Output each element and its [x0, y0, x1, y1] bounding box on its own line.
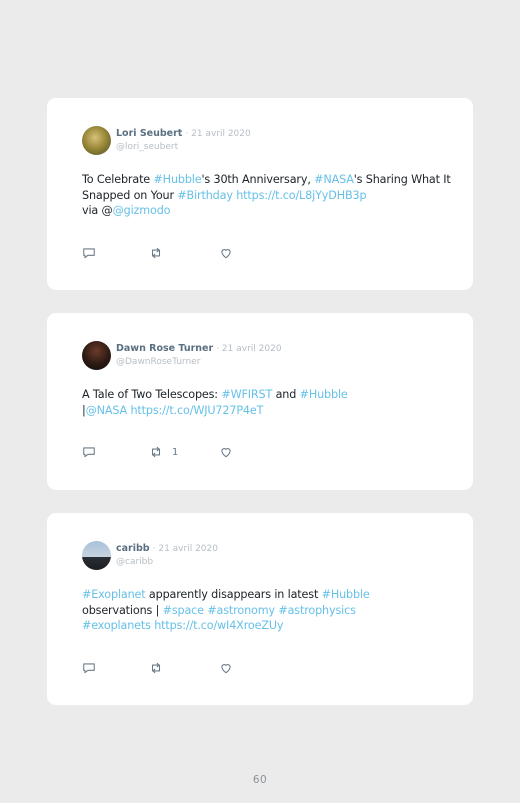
author-name[interactable]: caribb — [116, 543, 150, 554]
text-segment: A Tale of Two Telescopes: — [82, 388, 222, 401]
retweet-button[interactable] — [149, 245, 172, 261]
url-link[interactable]: https://t.co/L8jYyDHB3p — [236, 189, 366, 202]
author-handle[interactable]: @caribb — [116, 556, 218, 569]
mention-link[interactable]: @NASA — [86, 404, 128, 417]
tweet-actions — [82, 660, 282, 676]
text-segment: To Celebrate — [82, 173, 154, 186]
url-link[interactable]: https://t.co/wI4XroeZUy — [154, 619, 283, 632]
heart-icon — [221, 448, 231, 458]
text-segment: 's 30th Anniversary, — [201, 173, 315, 186]
tweet-date: · 21 avril 2020 — [152, 544, 218, 554]
reply-button[interactable] — [82, 660, 96, 676]
text-segment: and — [272, 388, 300, 401]
tweet-header: Dawn Rose Turner · 21 avril 2020 @DawnRo… — [116, 342, 282, 369]
hashtag-link[interactable]: #astrophysics — [278, 604, 356, 617]
hashtag-link[interactable]: #Hubble — [300, 388, 348, 401]
reply-button[interactable] — [82, 444, 96, 460]
retweet-icon — [151, 662, 161, 674]
tweet-actions: 1 — [82, 444, 282, 460]
text-segment: via @ — [82, 204, 113, 217]
author-handle[interactable]: @lori_seubert — [116, 141, 251, 154]
hashtag-link[interactable]: #Hubble — [153, 173, 201, 186]
retweet-button[interactable]: 1 — [149, 444, 178, 460]
hashtag-link[interactable]: #space — [163, 604, 204, 617]
retweet-button[interactable] — [149, 660, 172, 676]
hashtag-link[interactable]: #exoplanets — [82, 619, 151, 632]
tweet-card: Dawn Rose Turner · 21 avril 2020 @DawnRo… — [47, 313, 473, 490]
url-link[interactable]: https://t.co/WJU727P4eT — [130, 404, 263, 417]
reply-button[interactable] — [82, 245, 96, 261]
avatar[interactable] — [82, 126, 111, 155]
reply-icon — [83, 663, 95, 674]
author-handle[interactable]: @DawnRoseTurner — [116, 356, 282, 369]
tweet-date: · 21 avril 2020 — [185, 129, 251, 139]
retweet-count: 1 — [172, 446, 179, 458]
reply-icon — [83, 248, 95, 259]
like-button[interactable] — [219, 245, 233, 261]
avatar[interactable] — [82, 541, 111, 570]
hashtag-link[interactable]: #Birthday — [177, 189, 233, 202]
retweet-icon — [151, 446, 161, 458]
hashtag-link[interactable]: #Hubble — [322, 588, 370, 601]
retweet-icon — [151, 247, 161, 259]
like-button[interactable] — [219, 660, 233, 676]
tweet-header: caribb · 21 avril 2020 @caribb — [116, 542, 218, 569]
author-name[interactable]: Dawn Rose Turner — [116, 343, 213, 354]
tweet-text: To Celebrate #Hubble's 30th Anniversary,… — [82, 172, 452, 219]
page-number: 60 — [252, 774, 268, 786]
heart-icon — [221, 664, 231, 674]
like-button[interactable] — [219, 444, 233, 460]
hashtag-link[interactable]: #NASA — [314, 173, 354, 186]
tweet-date: · 21 avril 2020 — [216, 344, 282, 354]
text-segment: apparently disappears in latest — [145, 588, 322, 601]
reply-icon — [83, 447, 95, 458]
author-name[interactable]: Lori Seubert — [116, 128, 182, 139]
hashtag-link[interactable]: #Exoplanet — [82, 588, 146, 601]
tweet-text: A Tale of Two Telescopes: #WFIRST and #H… — [82, 387, 452, 418]
tweet-text: #Exoplanet apparently disappears in late… — [82, 587, 452, 634]
tweet-header: Lori Seubert · 21 avril 2020 @lori_seube… — [116, 127, 251, 154]
tweet-card: caribb · 21 avril 2020 @caribb #Exoplane… — [47, 513, 473, 705]
text-segment: observations | — [82, 603, 163, 617]
hashtag-link[interactable]: #WFIRST — [221, 388, 272, 401]
tweet-card: Lori Seubert · 21 avril 2020 @lori_seube… — [47, 98, 473, 290]
heart-icon — [221, 249, 231, 259]
mention-link[interactable]: @gizmodo — [113, 204, 171, 217]
avatar[interactable] — [82, 341, 111, 370]
hashtag-link[interactable]: #astronomy — [207, 604, 275, 617]
tweet-actions — [82, 245, 282, 261]
